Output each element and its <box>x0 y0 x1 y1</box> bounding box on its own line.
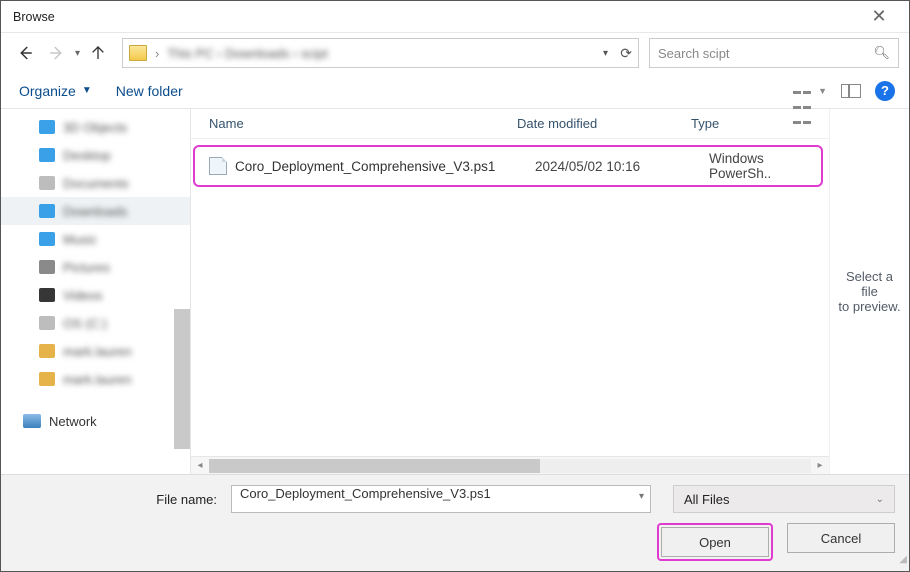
filter-label: All Files <box>684 492 730 507</box>
close-icon[interactable]: ✕ <box>857 6 901 27</box>
sidebar-item[interactable]: mark.lauren <box>1 365 190 393</box>
button-row: Open Cancel <box>15 523 895 561</box>
horizontal-scrollbar[interactable]: ◂ ▸ <box>191 456 829 474</box>
scroll-track[interactable] <box>209 459 811 473</box>
file-row[interactable]: Coro_Deployment_Comprehensive_V3.ps1 202… <box>195 149 821 183</box>
scroll-thumb[interactable] <box>209 459 540 473</box>
file-name-input[interactable]: Coro_Deployment_Comprehensive_V3.ps1 ▾ <box>231 485 651 513</box>
sidebar-item[interactable]: Videos <box>1 281 190 309</box>
network-icon <box>23 414 41 428</box>
open-button[interactable]: Open <box>661 527 769 557</box>
content-area: Name Date modified Type Coro_Deployment_… <box>191 109 909 474</box>
forward-button[interactable] <box>43 39 71 67</box>
preview-text-2: to preview. <box>836 299 903 314</box>
nav-row: ▾ › This PC › Downloads › scipt ▾ ⟳ Sear… <box>1 33 909 73</box>
col-modified[interactable]: Date modified <box>517 116 691 131</box>
file-name-row: File name: Coro_Deployment_Comprehensive… <box>15 485 895 513</box>
sidebar-item[interactable]: mark.lauren <box>1 337 190 365</box>
sidebar-item[interactable]: Music <box>1 225 190 253</box>
file-name: Coro_Deployment_Comprehensive_V3.ps1 <box>235 159 535 174</box>
sidebar-item[interactable]: 3D Objects <box>1 113 190 141</box>
file-list-pane: Name Date modified Type Coro_Deployment_… <box>191 109 829 474</box>
view-controls: ▼ ? <box>792 81 895 101</box>
col-type[interactable]: Type <box>691 116 829 131</box>
preview-pane-toggle[interactable] <box>841 84 861 98</box>
main-pane: Name Date modified Type Coro_Deployment_… <box>191 109 909 474</box>
chevron-down-icon[interactable]: ▾ <box>639 491 644 502</box>
breadcrumb-sep: › <box>155 46 159 61</box>
folder-icon <box>129 45 147 61</box>
window-title: Browse <box>13 10 55 24</box>
back-button[interactable] <box>11 39 39 67</box>
organize-menu[interactable]: Organize ▼ <box>19 83 92 99</box>
file-name-label: File name: <box>15 492 223 507</box>
up-button[interactable] <box>84 39 112 67</box>
chevron-down-icon: ▼ <box>82 85 92 96</box>
scroll-right-icon[interactable]: ▸ <box>811 460 829 471</box>
sidebar-item-downloads[interactable]: Downloads <box>1 197 190 225</box>
search-icon: 🔍︎ <box>873 45 890 61</box>
organize-label: Organize <box>19 83 76 99</box>
arrow-left-icon <box>16 44 34 62</box>
list-view-icon <box>792 83 814 99</box>
address-dropdown-icon[interactable]: ▾ <box>603 48 608 59</box>
column-headers: Name Date modified Type <box>191 109 829 139</box>
sidebar-item[interactable]: OS (C:) <box>1 309 190 337</box>
search-placeholder: Search scipt <box>658 46 730 61</box>
file-name-value: Coro_Deployment_Comprehensive_V3.ps1 <box>240 486 491 501</box>
file-type-filter[interactable]: All Files ⌄ <box>673 485 895 513</box>
arrow-right-icon <box>48 44 66 62</box>
sidebar-item[interactable]: Desktop <box>1 141 190 169</box>
body: 3D Objects Desktop Documents Downloads M… <box>1 109 909 474</box>
preview-text-1: Select a file <box>836 269 903 299</box>
file-list-empty[interactable] <box>191 189 829 456</box>
address-bar[interactable]: › This PC › Downloads › scipt ▾ ⟳ <box>122 38 639 68</box>
file-type: Windows PowerSh.. <box>709 151 821 181</box>
sidebar-item-network[interactable]: Network <box>1 407 190 435</box>
footer: File name: Coro_Deployment_Comprehensive… <box>1 474 909 571</box>
col-name[interactable]: Name <box>209 116 517 131</box>
arrow-up-icon <box>90 45 106 61</box>
chevron-down-icon[interactable]: ⌄ <box>876 494 884 505</box>
sidebar: 3D Objects Desktop Documents Downloads M… <box>1 109 191 474</box>
file-icon <box>209 157 227 175</box>
recent-locations-dropdown[interactable]: ▾ <box>75 48 80 59</box>
browse-dialog: Browse ✕ ▾ › This PC › Downloads › scipt… <box>0 0 910 572</box>
highlight-annotation: Coro_Deployment_Comprehensive_V3.ps1 202… <box>193 145 823 187</box>
new-folder-button[interactable]: New folder <box>116 83 183 99</box>
cancel-button[interactable]: Cancel <box>787 523 895 553</box>
chevron-down-icon: ▼ <box>818 86 827 96</box>
toolbar: Organize ▼ New folder ▼ ? <box>1 73 909 109</box>
highlight-annotation: Open <box>657 523 773 561</box>
sidebar-item[interactable]: Pictures <box>1 253 190 281</box>
refresh-icon[interactable]: ⟳ <box>620 45 632 62</box>
help-icon[interactable]: ? <box>875 81 895 101</box>
file-modified: 2024/05/02 10:16 <box>535 159 709 174</box>
sidebar-scrollbar[interactable] <box>174 309 190 449</box>
search-input[interactable]: Search scipt 🔍︎ <box>649 38 899 68</box>
view-mode-button[interactable]: ▼ <box>792 83 827 99</box>
scroll-left-icon[interactable]: ◂ <box>191 460 209 471</box>
preview-pane: Select a file to preview. <box>829 109 909 474</box>
resize-grip[interactable]: ◢ <box>895 557 907 569</box>
sidebar-item[interactable]: Documents <box>1 169 190 197</box>
title-bar: Browse ✕ <box>1 1 909 33</box>
breadcrumb: This PC › Downloads › scipt <box>167 46 327 61</box>
network-label: Network <box>49 414 97 429</box>
